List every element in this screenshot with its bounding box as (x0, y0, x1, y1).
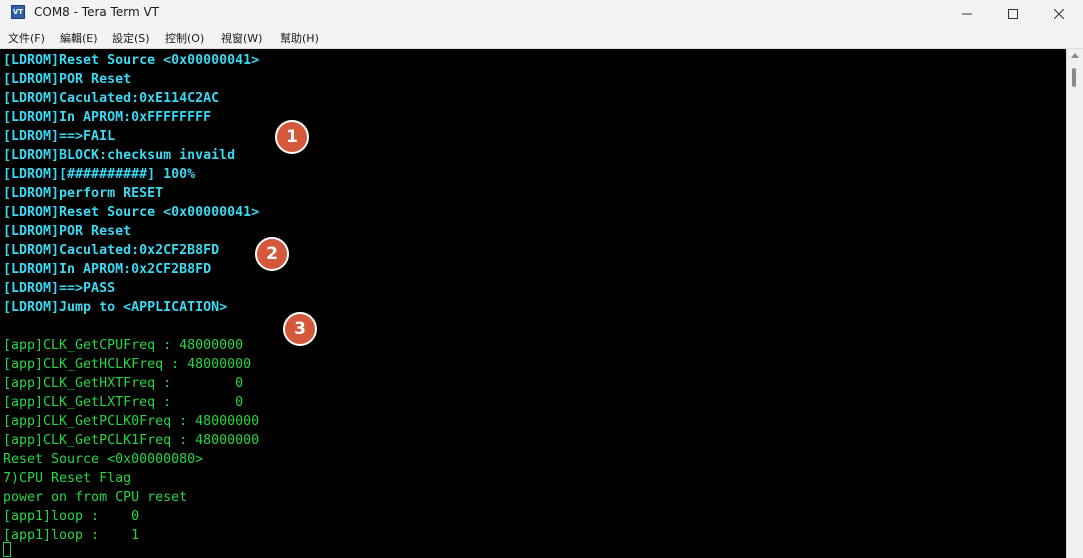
menu-edit[interactable]: 編輯(E) (60, 30, 98, 46)
terminal-line: [LDROM]perform RESET (3, 186, 164, 201)
terminal-line: [app1]loop : 0 (3, 509, 140, 524)
terminal-line: [LDROM]Reset Source <0x00000041> (3, 205, 260, 220)
terminal-line: [LDROM]Reset Source <0x00000041> (3, 53, 260, 68)
terminal-line: [LDROM]Jump to <APPLICATION> (3, 300, 228, 315)
menu-control[interactable]: 控制(O) (165, 30, 204, 46)
vertical-scrollbar[interactable] (1066, 49, 1083, 558)
terminal-line: [LDROM]==>PASS (3, 281, 116, 296)
terminal-line: [LDROM]==>FAIL (3, 129, 116, 144)
annotation-badge-3: 3 (283, 312, 317, 346)
terminal-line: [app]CLK_GetPCLK0Freq : 48000000 (3, 414, 260, 429)
tera-term-app-icon[interactable]: VT (11, 5, 25, 19)
menu-window[interactable]: 視窗(W) (221, 30, 262, 46)
maximize-button[interactable] (990, 0, 1036, 28)
scroll-up-arrow-icon[interactable] (1071, 53, 1079, 58)
terminal-line: power on from CPU reset (3, 490, 188, 505)
minimize-icon (962, 13, 972, 15)
terminal-output[interactable]: [LDROM]Reset Source <0x00000041> [LDROM]P… (0, 49, 1066, 558)
window-title: COM8 - Tera Term VT (34, 5, 159, 19)
terminal-line: [LDROM]In APROM:0x2CF2B8FD (3, 262, 212, 277)
terminal-line: [app]CLK_GetLXTFreq : 0 (3, 395, 244, 410)
terminal-line: [LDROM]In APROM:0xFFFFFFFF (3, 110, 212, 125)
minimize-button[interactable] (944, 0, 990, 28)
menu-help[interactable]: 幫助(H) (280, 30, 319, 46)
close-button[interactable] (1036, 0, 1082, 28)
scrollbar-thumb[interactable] (1072, 68, 1076, 87)
terminal-line: [app]CLK_GetHCLKFreq : 48000000 (3, 357, 252, 372)
terminal-line: Reset Source <0x00000080> (3, 452, 204, 467)
menu-file[interactable]: 文件(F) (8, 30, 45, 46)
maximize-icon (1008, 9, 1018, 19)
terminal-line: [LDROM]Caculated:0x2CF2B8FD (3, 243, 220, 258)
menu-setup[interactable]: 設定(S) (112, 30, 150, 46)
terminal-line: [LDROM]POR Reset (3, 72, 132, 87)
annotation-badge-1: 1 (275, 120, 309, 154)
menu-bar: 文件(F) 編輯(E) 設定(S) 控制(O) 視窗(W) 幫助(H) (0, 28, 1083, 49)
terminal-line: [app1]loop : 1 (3, 528, 140, 543)
terminal-line: [app]CLK_GetHXTFreq : 0 (3, 376, 244, 391)
terminal-line: 7)CPU Reset Flag (3, 471, 132, 486)
terminal-line: [LDROM]POR Reset (3, 224, 132, 239)
terminal-line: [app]CLK_GetPCLK1Freq : 48000000 (3, 433, 260, 448)
terminal-line: [app]CLK_GetCPUFreq : 48000000 (3, 338, 244, 353)
close-icon (1054, 9, 1064, 19)
terminal-line: [LDROM][##########] 100% (3, 167, 196, 182)
annotation-badge-2: 2 (255, 237, 289, 271)
title-bar[interactable]: VT COM8 - Tera Term VT (0, 0, 1083, 28)
terminal-line: [LDROM]BLOCK:checksum invaild (3, 148, 236, 163)
terminal-line: [LDROM]Caculated:0xE114C2AC (3, 91, 220, 106)
